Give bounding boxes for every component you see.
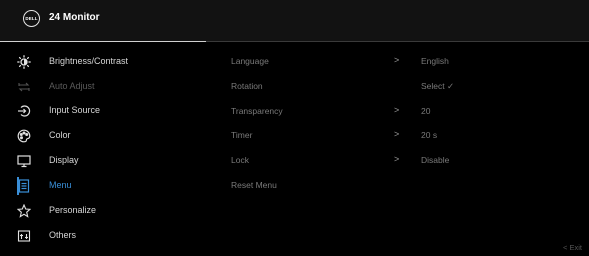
menu-item-label: Others [49, 230, 77, 240]
option-value: Disable [421, 155, 450, 165]
color-icon [17, 129, 31, 143]
menu-item-personalize[interactable]: Personalize [0, 200, 206, 222]
option-transparency[interactable]: Transparency > 20 [231, 105, 491, 122]
auto-adjust-icon [17, 80, 31, 94]
chevron-right-icon: > [394, 105, 400, 115]
menu-item-label: Display [49, 155, 79, 165]
menu-item-input-source[interactable]: Input Source [0, 100, 206, 122]
osd-header: DELL 24 Monitor [0, 0, 589, 42]
menu-item-label: Input Source [49, 105, 101, 115]
menu-item-auto-adjust: Auto Adjust [0, 76, 206, 98]
option-reset-menu[interactable]: Reset Menu [231, 180, 491, 196]
star-icon [17, 204, 31, 218]
header-divider [206, 41, 589, 42]
menu-icon [17, 179, 31, 193]
menu-item-brightness-contrast[interactable]: Brightness/Contrast [0, 51, 206, 73]
monitor-title: 24 Monitor [49, 12, 100, 23]
dell-logo: DELL [23, 10, 40, 27]
menu-item-menu[interactable]: Menu [0, 175, 206, 197]
chevron-right-icon: > [394, 154, 400, 164]
option-value: English [421, 56, 449, 66]
menu-item-label: Menu [49, 180, 72, 190]
header-divider-active [0, 41, 206, 42]
menu-item-display[interactable]: Display [0, 150, 206, 172]
menu-item-label: Personalize [49, 205, 97, 215]
option-value: Select ✓ [421, 81, 455, 91]
option-lock[interactable]: Lock > Disable [231, 154, 491, 171]
option-name: Lock [231, 155, 249, 165]
menu-item-color[interactable]: Color [0, 125, 206, 147]
option-value: 20 s [421, 130, 438, 140]
option-value: 20 [421, 106, 431, 116]
chevron-right-icon: > [394, 55, 400, 65]
option-name: Rotation [231, 81, 263, 91]
option-name: Language [231, 56, 269, 66]
exit-button[interactable]: < Exit [563, 243, 582, 252]
chevron-right-icon: > [394, 129, 400, 139]
menu-item-label: Color [49, 130, 71, 140]
option-name: Timer [231, 130, 253, 140]
menu-item-label: Brightness/Contrast [49, 56, 129, 66]
option-language[interactable]: Language > English [231, 55, 491, 72]
brightness-icon [17, 55, 31, 69]
option-timer[interactable]: Timer > 20 s [231, 129, 491, 146]
option-rotation[interactable]: Rotation Select ✓ [231, 81, 491, 97]
menu-item-label: Auto Adjust [49, 81, 95, 91]
display-icon [17, 154, 31, 168]
option-name: Transparency [231, 106, 283, 116]
others-icon [17, 229, 31, 243]
menu-item-others[interactable]: Others [0, 225, 206, 247]
option-name: Reset Menu [231, 180, 277, 190]
input-source-icon [17, 104, 31, 118]
